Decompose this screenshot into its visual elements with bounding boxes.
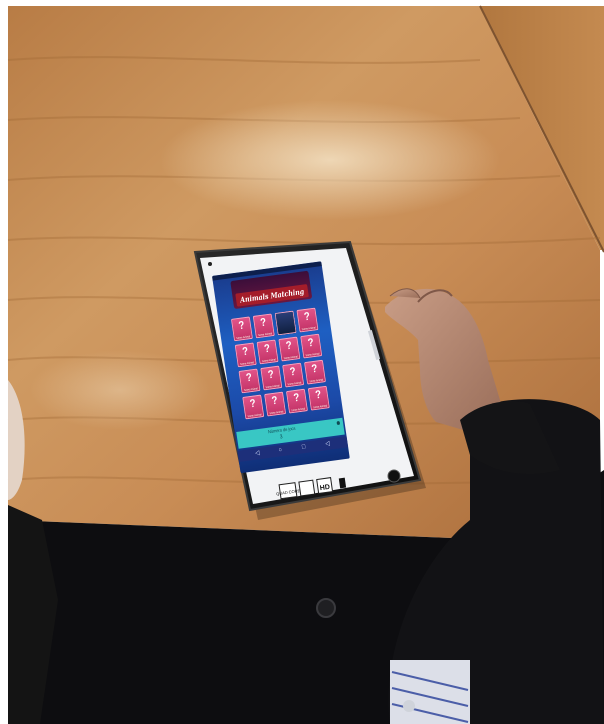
light-glare bbox=[160, 100, 500, 220]
memory-card[interactable]: ?Some Animal bbox=[264, 391, 287, 417]
question-mark-icon: ? bbox=[263, 341, 271, 356]
question-mark-icon: ? bbox=[237, 318, 246, 333]
card-caption: Some Animal bbox=[261, 357, 276, 364]
card-caption: Some Animal bbox=[265, 383, 280, 390]
memory-card[interactable]: ?Some Animal bbox=[242, 394, 265, 420]
memory-card[interactable]: ?Some Animal bbox=[252, 313, 275, 339]
memory-card[interactable]: ?Some Animal bbox=[274, 310, 297, 336]
card-caption: Some Animal bbox=[235, 334, 251, 341]
memory-card[interactable]: ?Some Animal bbox=[234, 342, 257, 368]
nav-extra-icon[interactable]: ◁ bbox=[325, 439, 331, 449]
question-mark-icon: ? bbox=[306, 335, 315, 350]
memory-card[interactable]: ?Some Animal bbox=[278, 336, 301, 362]
question-mark-icon: ? bbox=[314, 387, 323, 402]
memory-card[interactable]: ?Some Animal bbox=[304, 359, 326, 385]
question-mark-icon: ? bbox=[310, 361, 319, 376]
question-mark-icon: ? bbox=[303, 309, 311, 324]
memory-card[interactable]: ?Some Animal bbox=[296, 307, 319, 333]
question-mark-icon: ? bbox=[248, 396, 257, 411]
question-mark-icon: ? bbox=[266, 367, 275, 382]
counter-indicator-icon bbox=[336, 420, 341, 426]
question-mark-icon: ? bbox=[241, 344, 249, 359]
tablet-round-button bbox=[387, 469, 401, 483]
memory-card[interactable]: ?Some Animal bbox=[300, 333, 323, 359]
memory-card[interactable]: ?Some Animal bbox=[307, 385, 330, 411]
card-caption: Some Animal bbox=[283, 354, 298, 361]
card-caption: Some Animal bbox=[287, 380, 302, 387]
card-caption: Some Animal bbox=[243, 386, 258, 393]
card-caption: Some Animal bbox=[291, 406, 306, 413]
coat-button bbox=[316, 598, 336, 618]
question-mark-icon: ? bbox=[245, 370, 253, 385]
question-mark-icon: ? bbox=[259, 315, 268, 330]
memory-card[interactable]: ?Some Animal bbox=[285, 388, 308, 414]
card-caption: Some Animal bbox=[301, 325, 316, 332]
memory-card[interactable]: ?Some Animal bbox=[260, 365, 283, 391]
photo-scene: Animals Matching ? Some Animal? Some Anima… bbox=[0, 0, 604, 724]
card-caption: Some Animal bbox=[309, 377, 324, 384]
memory-card[interactable]: ?Some Animal bbox=[256, 339, 279, 365]
card-caption: Some Animal bbox=[305, 351, 320, 358]
nav-back-icon[interactable]: ◁ bbox=[255, 449, 261, 459]
nav-home-icon[interactable]: ○ bbox=[278, 446, 283, 456]
memory-card[interactable]: ?Some Animal bbox=[238, 368, 261, 394]
card-caption: Some Animal bbox=[239, 360, 255, 367]
question-mark-icon: ? bbox=[292, 390, 301, 405]
card-caption: Some Animal bbox=[312, 403, 328, 410]
card-caption: Some Animal bbox=[269, 409, 284, 416]
striped-shirt bbox=[390, 660, 470, 724]
card-caption: Some Animal bbox=[257, 331, 273, 338]
question-mark-icon: ? bbox=[288, 364, 297, 379]
card-caption: Some Animal bbox=[247, 412, 262, 419]
nav-recents-icon[interactable]: □ bbox=[301, 443, 306, 453]
question-mark-icon: ? bbox=[285, 338, 293, 353]
memory-card[interactable]: ?Some Animal bbox=[282, 362, 305, 388]
games-counter-value: 3 bbox=[279, 434, 283, 441]
question-mark-icon: ? bbox=[270, 393, 279, 408]
card-grid: ? Some Animal? Some Animal? Some Animal? Som… bbox=[230, 307, 333, 423]
memory-card[interactable]: ?Some Animal bbox=[230, 316, 253, 342]
